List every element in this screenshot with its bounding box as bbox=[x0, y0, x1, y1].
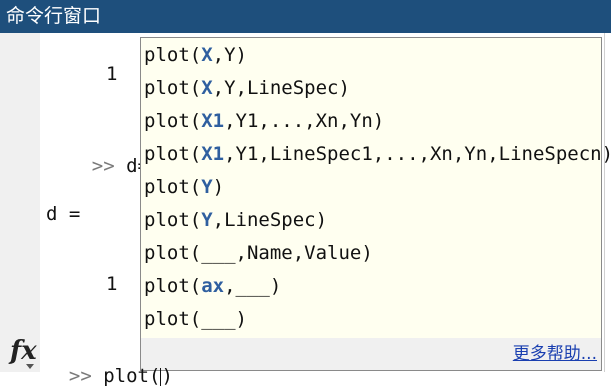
signature-item[interactable]: plot(___,Name,Value) bbox=[144, 237, 373, 270]
signature-argument: X1 bbox=[201, 110, 225, 132]
signature-argument: X bbox=[201, 77, 213, 99]
signature-item[interactable]: plot(X,Y) bbox=[144, 39, 247, 72]
signature-argument: Y bbox=[201, 176, 213, 198]
command-line[interactable]: >> plot() bbox=[46, 343, 173, 387]
signature-text: ,Y,LineSpec) bbox=[212, 77, 350, 99]
signature-text: plot( bbox=[144, 77, 202, 99]
signature-item[interactable]: plot(ax,___) bbox=[144, 270, 281, 303]
signature-text: plot( bbox=[144, 44, 202, 66]
signature-item[interactable]: plot(___) bbox=[144, 303, 247, 336]
signature-text: plot( bbox=[144, 143, 202, 165]
command-input[interactable]: plot() bbox=[103, 365, 173, 387]
signature-text: plot( bbox=[144, 176, 202, 198]
prompt: >> bbox=[68, 365, 92, 387]
output-variable: d = bbox=[46, 203, 81, 225]
signature-text: ,Y1,LineSpec1,...,Xn,Yn,LineSpecn) bbox=[224, 143, 611, 165]
popup-footer: 更多帮助... bbox=[141, 338, 601, 370]
signature-argument: Y bbox=[201, 209, 213, 231]
output-value: 1 bbox=[106, 63, 118, 85]
signature-item[interactable]: plot(Y,LineSpec) bbox=[144, 204, 327, 237]
signature-argument: ax bbox=[201, 275, 225, 297]
signature-text: ,Y) bbox=[212, 44, 247, 66]
signature-argument: X bbox=[201, 44, 213, 66]
left-gutter bbox=[0, 33, 40, 372]
more-help-link[interactable]: 更多帮助... bbox=[513, 344, 597, 364]
output-value: 1 bbox=[106, 273, 118, 295]
signature-text: plot( bbox=[144, 275, 202, 297]
window-title: 命令行窗口 bbox=[6, 5, 102, 27]
autocomplete-popup: plot(X,Y) plot(X,Y,LineSpec) plot(X1,Y1,..… bbox=[140, 37, 611, 371]
fx-function-browser-icon[interactable]: fx bbox=[10, 336, 37, 366]
signature-text: ,LineSpec) bbox=[212, 209, 328, 231]
prompt: >> bbox=[91, 155, 115, 177]
signature-text: ,Y1,...,Xn,Yn) bbox=[224, 110, 385, 132]
signature-text: ,___) bbox=[224, 275, 282, 297]
signature-argument: X1 bbox=[201, 143, 225, 165]
signature-item[interactable]: plot(X1,Y1,...,Xn,Yn) bbox=[144, 105, 384, 138]
signature-text: ) bbox=[212, 176, 225, 198]
signature-text: plot( bbox=[144, 209, 202, 231]
signature-text: plot(___) bbox=[144, 308, 247, 330]
signature-item[interactable]: plot(Y) bbox=[144, 171, 224, 204]
chevron-down-icon[interactable] bbox=[26, 364, 34, 369]
signature-text: plot(___,Name,Value) bbox=[144, 242, 373, 264]
title-bar: 命令行窗口 bbox=[0, 0, 611, 33]
command-window[interactable]: 1 >> d=d d = 1 plot(X,Y)plot(X,Y,LineSpe… bbox=[0, 33, 611, 372]
signature-item[interactable]: plot(X,Y,LineSpec) bbox=[144, 72, 350, 105]
signature-text: plot( bbox=[144, 110, 202, 132]
signature-item[interactable]: plot(X1,Y1,LineSpec1,...,Xn,Yn,LineSpecn… bbox=[144, 138, 611, 171]
scrollbar[interactable] bbox=[604, 33, 611, 372]
